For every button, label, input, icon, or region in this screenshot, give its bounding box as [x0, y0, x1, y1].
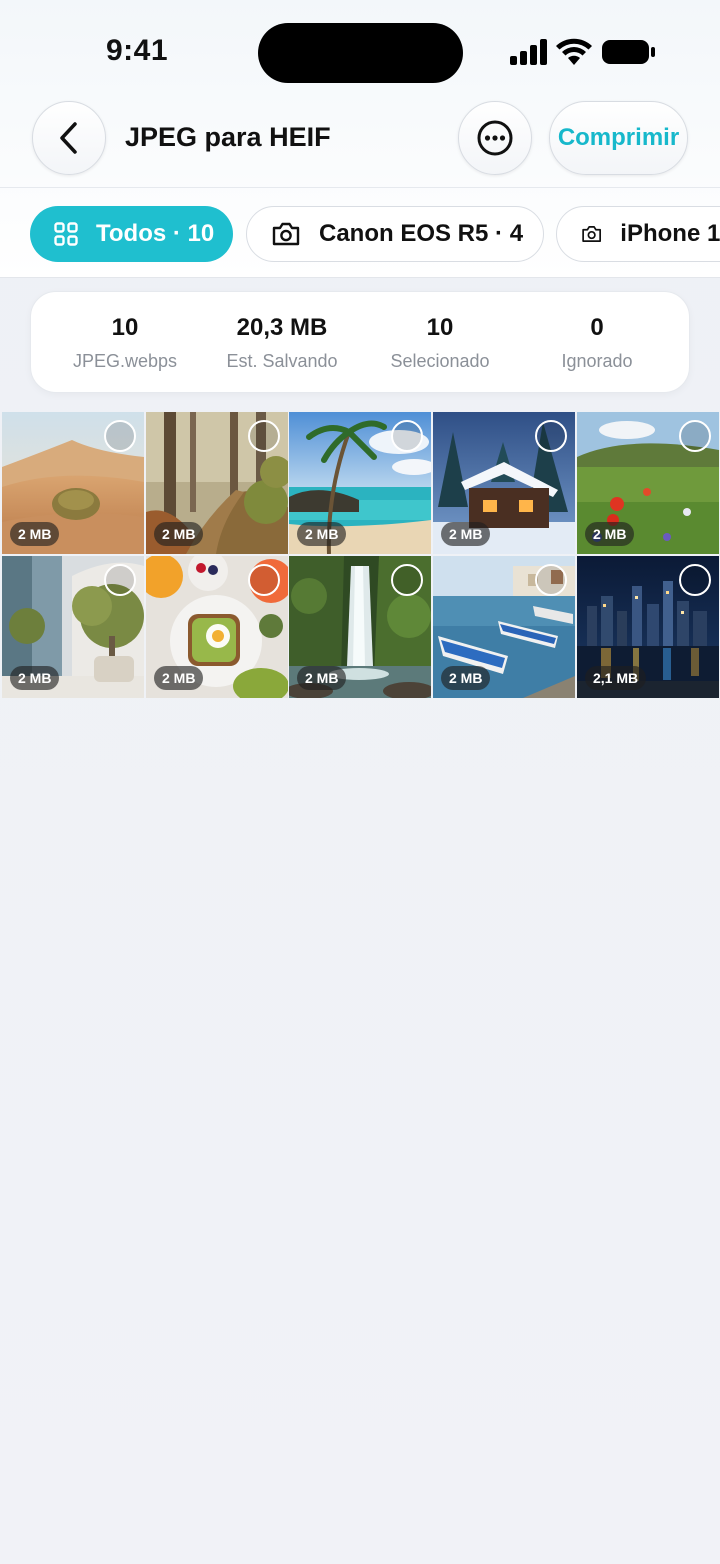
select-circle[interactable]: [104, 564, 136, 596]
camera-icon: [272, 222, 300, 246]
stat-total: 10 JPEG.webps: [45, 314, 205, 372]
stat-value: 10: [426, 314, 454, 341]
compress-button[interactable]: Comprimir: [549, 101, 688, 175]
photo-tile[interactable]: 2 MB: [577, 412, 719, 554]
battery-icon: [602, 40, 655, 64]
photo-tile[interactable]: 2 MB: [433, 556, 575, 698]
filter-chip-label: Canon EOS R5 · 4: [319, 220, 524, 247]
stat-label: JPEG.webps: [72, 351, 178, 371]
stat-value: 10: [111, 314, 139, 341]
select-circle[interactable]: [679, 420, 711, 452]
file-size-badge: 2 MB: [154, 666, 204, 690]
stat-label: Est. Salvando: [226, 351, 338, 371]
filter-chip-all[interactable]: Todos · 10: [30, 206, 233, 262]
filter-chip-iphone[interactable]: iPhone 15 Pro · 6: [556, 206, 720, 262]
photo-tile[interactable]: 2 MB: [2, 412, 144, 554]
filter-chip-bar[interactable]: Todos · 10 Canon EOS R5 · 4 iPhone 15 Pr…: [0, 189, 720, 278]
chevron-left-icon: [60, 122, 77, 154]
stat-value: 20,3 MB: [236, 314, 328, 341]
stat-label: Selecionado: [390, 351, 490, 371]
wifi-icon: [556, 38, 592, 65]
back-button[interactable]: [32, 101, 106, 175]
select-circle[interactable]: [104, 420, 136, 452]
photo-tile[interactable]: 2 MB: [146, 556, 288, 698]
photo-tile[interactable]: 2,1 MB: [577, 556, 719, 698]
file-size-badge: 2 MB: [297, 522, 347, 546]
filter-chip-label: Todos · 10: [96, 220, 215, 247]
photo-tile[interactable]: 2 MB: [2, 556, 144, 698]
photo-tile[interactable]: 2 MB: [146, 412, 288, 554]
stat-ignored: 0 Ignorado: [517, 314, 677, 372]
grid-icon: [54, 222, 78, 246]
file-size-badge: 2 MB: [10, 666, 60, 690]
select-circle[interactable]: [248, 420, 280, 452]
cellular-signal-icon: [510, 39, 547, 65]
status-time: 9:41: [106, 34, 169, 67]
stat-value: 0: [590, 314, 604, 341]
select-circle[interactable]: [535, 564, 567, 596]
nav-header: JPEG para HEIF Comprimir: [0, 100, 720, 188]
stats-card: 10 JPEG.webps 20,3 MB Est. Salvando 10 S…: [30, 291, 690, 393]
file-size-badge: 2 MB: [441, 666, 491, 690]
photo-tile[interactable]: 2 MB: [289, 412, 431, 554]
file-size-badge: 2,1 MB: [585, 666, 647, 690]
stat-savings: 20,3 MB Est. Salvando: [202, 314, 362, 372]
select-circle[interactable]: [391, 420, 423, 452]
more-icon: [477, 120, 513, 156]
camera-icon: [582, 226, 602, 242]
filter-chip-canon[interactable]: Canon EOS R5 · 4: [246, 206, 544, 262]
photo-tile[interactable]: 2 MB: [433, 412, 575, 554]
file-size-badge: 2 MB: [154, 522, 204, 546]
page-title: JPEG para HEIF: [125, 122, 331, 152]
dynamic-island: [258, 23, 463, 83]
file-size-badge: 2 MB: [297, 666, 347, 690]
file-size-badge: 2 MB: [441, 522, 491, 546]
file-size-badge: 2 MB: [585, 522, 635, 546]
stat-selected: 10 Selecionado: [360, 314, 520, 372]
select-circle[interactable]: [391, 564, 423, 596]
file-size-badge: 2 MB: [10, 522, 60, 546]
select-circle[interactable]: [248, 564, 280, 596]
more-options-button[interactable]: [458, 101, 532, 175]
select-circle[interactable]: [679, 564, 711, 596]
stat-label: Ignorado: [561, 351, 633, 371]
select-circle[interactable]: [535, 420, 567, 452]
status-bar: 9:41: [0, 0, 720, 100]
photo-tile[interactable]: 2 MB: [289, 556, 431, 698]
filter-chip-label: iPhone 15 Pro · 6: [620, 220, 720, 247]
